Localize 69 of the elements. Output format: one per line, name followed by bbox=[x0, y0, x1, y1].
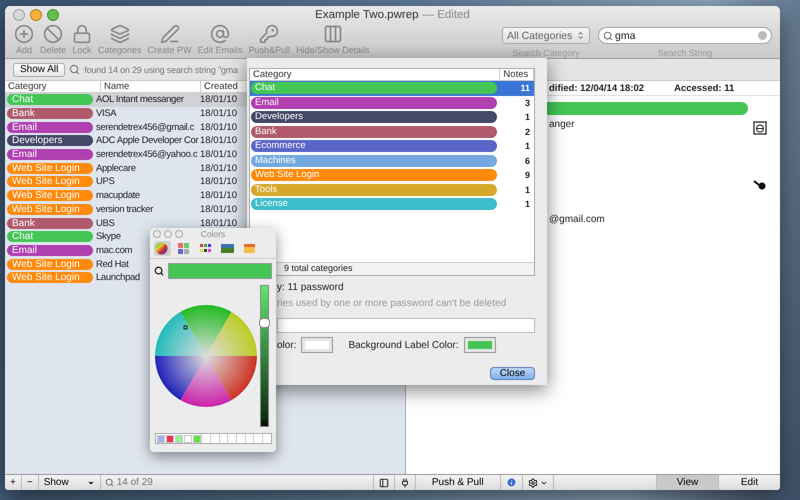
name-cell-text: serendetrex456@gmail.c bbox=[96, 122, 196, 133]
category-label: Web Site Login bbox=[7, 204, 93, 215]
notes-count: 11 bbox=[519, 83, 531, 94]
category-label: Email bbox=[251, 96, 497, 109]
notes-count: 1 bbox=[524, 141, 531, 152]
text-color-label: olor: bbox=[277, 340, 296, 350]
category-label: Bank bbox=[7, 218, 93, 229]
notes-count: 1 bbox=[524, 112, 531, 122]
edited-label: — Edited bbox=[422, 9, 470, 21]
created-cell: 18/01/10 bbox=[200, 176, 237, 188]
name-cell-text: serendetrex456@yahoo.c bbox=[96, 149, 198, 160]
category-label: Chat bbox=[7, 231, 93, 242]
category-label: Email bbox=[7, 122, 93, 133]
category-label: Developers bbox=[251, 111, 497, 124]
category-label: Web Site Login bbox=[7, 190, 93, 202]
category-label: Developers bbox=[7, 135, 93, 146]
created-cell: 18/01/10 bbox=[200, 204, 237, 215]
background-color-label: Background Label Color: bbox=[348, 340, 459, 350]
notes-count: 6 bbox=[524, 156, 531, 166]
category-label: Web Site Login bbox=[7, 258, 93, 270]
accessed-label: Accessed: 11 bbox=[674, 82, 734, 94]
category-label: Bank bbox=[7, 108, 93, 120]
notes-count: 1 bbox=[524, 199, 531, 210]
created-cell: 18/01/10 bbox=[200, 94, 237, 106]
category-label: Web Site Login bbox=[7, 176, 93, 188]
name-cell: Red Hat bbox=[96, 258, 128, 270]
category-label: Tools bbox=[251, 184, 497, 196]
name-cell: mac.com bbox=[96, 244, 132, 256]
notes-count: 3 bbox=[524, 98, 531, 108]
created-cell: 18/01/10 bbox=[200, 108, 237, 120]
created-cell: 18/01/10 bbox=[200, 218, 237, 229]
name-value: anger bbox=[549, 119, 575, 130]
created-cell: 18/01/10 bbox=[200, 190, 237, 202]
category-label: License bbox=[251, 198, 497, 210]
email-value: @gmail.com bbox=[549, 214, 605, 225]
name-cell-text: macupdate bbox=[96, 190, 141, 202]
name-cell: Launchpad bbox=[96, 272, 140, 284]
category-label: Web Site Login bbox=[7, 272, 93, 284]
name-cell-text: UBS bbox=[96, 218, 116, 229]
notes-count: 1 bbox=[524, 184, 531, 195]
search-status: found 14 on 29 using search string "gma bbox=[84, 64, 238, 74]
created-cell: 18/01/10 bbox=[200, 122, 237, 133]
category-label: Email bbox=[7, 244, 93, 256]
category-label: Bank bbox=[251, 126, 497, 138]
name-cell-text: UPS bbox=[96, 176, 116, 188]
name-cell-text: AOL Intant messanger bbox=[96, 94, 185, 106]
name-cell: Skype bbox=[96, 231, 121, 242]
created-cell: 18/01/10 bbox=[200, 162, 237, 174]
category-label: Web Site Login bbox=[7, 162, 93, 174]
category-label: Ecommerce bbox=[251, 140, 497, 152]
name-cell-text: ADC Apple Developer Cor bbox=[96, 135, 200, 146]
created-cell: 18/01/10 bbox=[200, 149, 237, 160]
name-cell-text: Applecare bbox=[96, 162, 137, 174]
category-label: Machines bbox=[251, 154, 497, 167]
usage-text: y: 11 password bbox=[277, 282, 344, 293]
result-count: 14 of 29 bbox=[116, 477, 153, 488]
category-label: Chat bbox=[7, 94, 93, 106]
created-cell: 18/01/10 bbox=[200, 135, 237, 146]
category-label: Web Site Login bbox=[251, 169, 497, 182]
notes-count: 9 bbox=[524, 170, 531, 180]
modified-label: dified: 12/04/14 18:02 bbox=[549, 82, 644, 94]
panel-title: Colors bbox=[200, 228, 226, 238]
window-title: Example Two.pwrep bbox=[315, 9, 419, 21]
name-cell-text: VISA bbox=[96, 108, 118, 120]
category-label: Email bbox=[7, 149, 93, 160]
category-label: Chat bbox=[251, 82, 497, 94]
name-cell-text: version tracker bbox=[96, 204, 154, 215]
notes-count: 2 bbox=[524, 126, 531, 137]
hint-text: ries used by one or more password can't be deleted bbox=[277, 298, 506, 309]
